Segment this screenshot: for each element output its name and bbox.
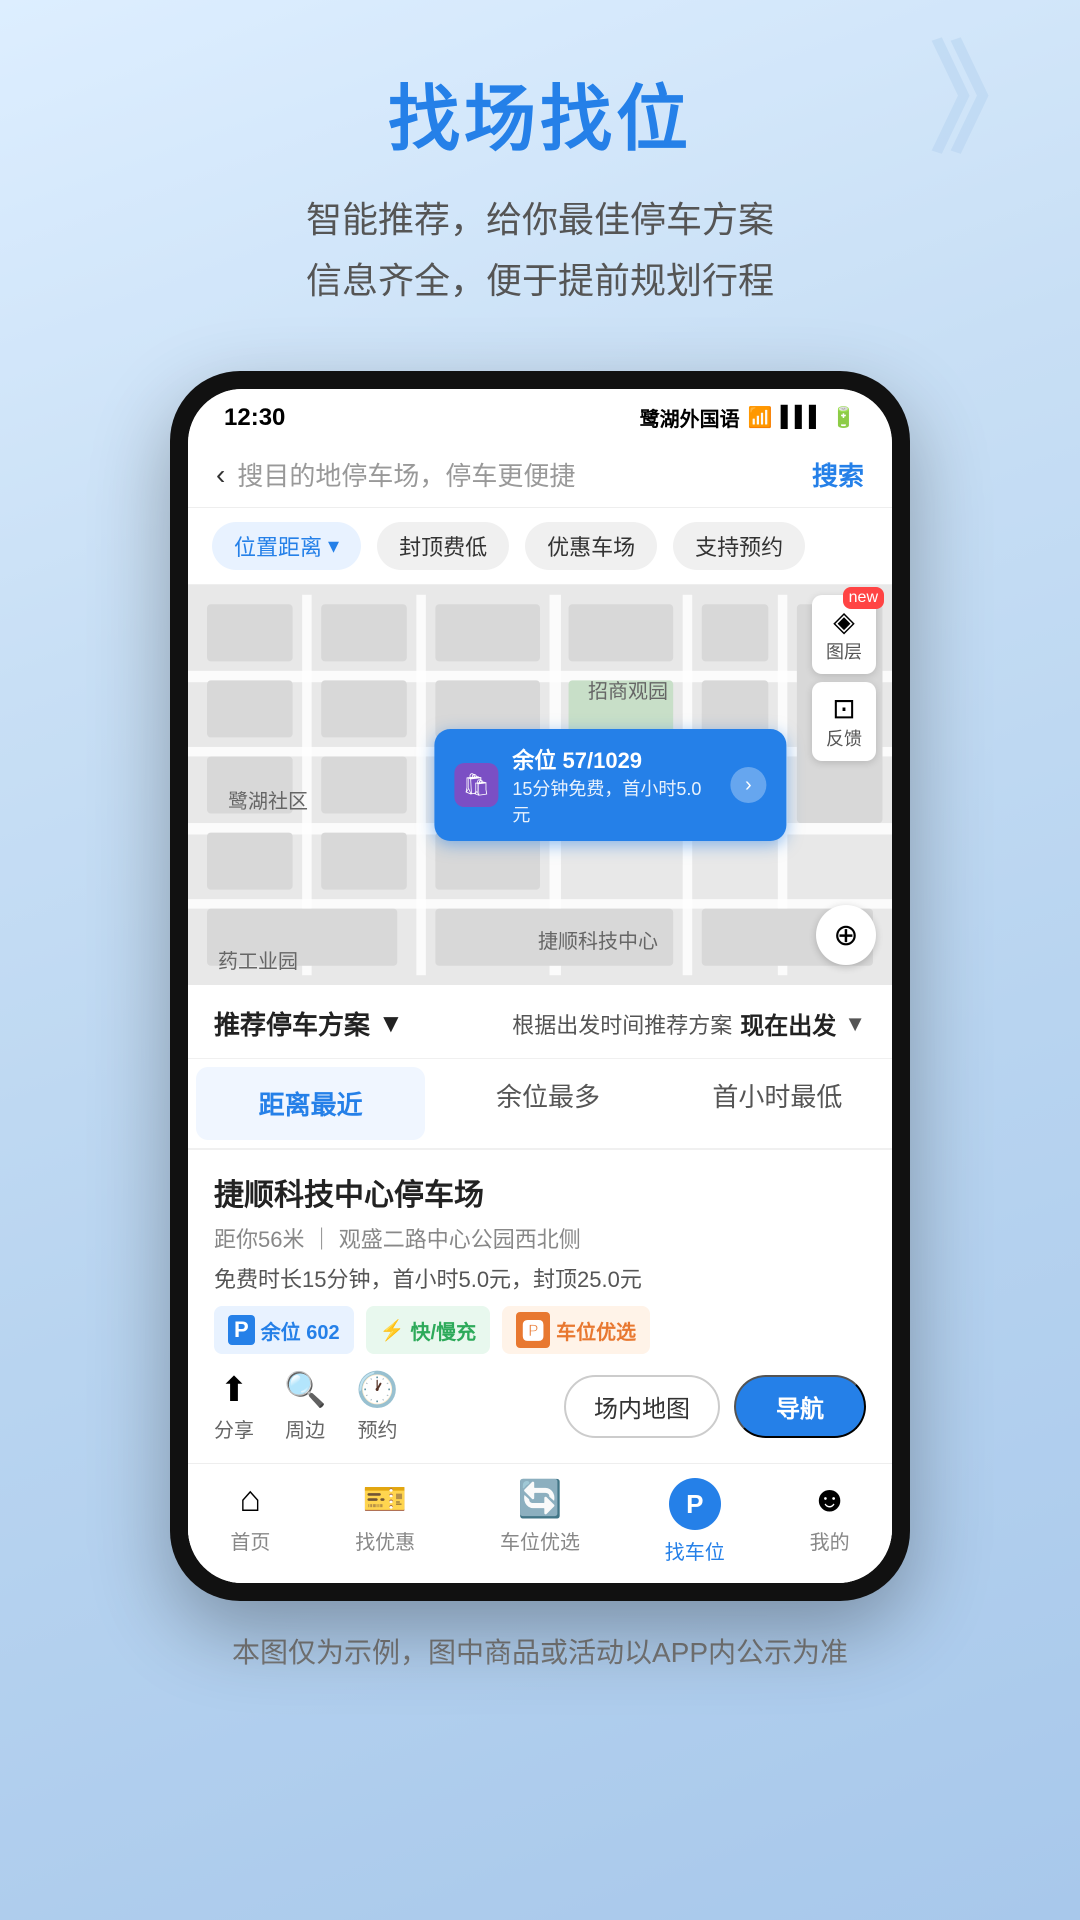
- nav-spot-select[interactable]: 🔄 车位优选: [500, 1478, 580, 1565]
- sort-tabs: 距离最近 余位最多 首小时最低: [188, 1059, 892, 1149]
- tag-spots: P 余位 602: [214, 1306, 354, 1354]
- recommend-panel: 推荐停车方案 ▼ 根据出发时间推荐方案 现在出发 ▼: [188, 985, 892, 1059]
- location-button[interactable]: ⊕: [816, 905, 876, 965]
- bottom-card: 推荐停车方案 ▼ 根据出发时间推荐方案 现在出发 ▼ 距离最近 余位: [188, 985, 892, 1583]
- location-icon: ⊕: [833, 918, 858, 953]
- charge-icon: ⚡: [380, 1318, 405, 1343]
- phone-mockup: 12:30 鹭湖外国语 📶 ▌▌▌ 🔋 ‹ 搜目的地停车场，停车更便捷 搜索 位…: [170, 371, 910, 1601]
- share-icon: ⬆: [220, 1370, 249, 1410]
- share-button[interactable]: ⬆ 分享: [214, 1370, 254, 1443]
- status-bar: 12:30 鹭湖外国语 📶 ▌▌▌ 🔋: [188, 389, 892, 442]
- parking-lot-card: 捷顺科技中心停车场 距你56米 ｜ 观盛二路中心公园西北侧 免费时长15分钟，首…: [188, 1149, 892, 1463]
- status-icons: 鹭湖外国语 📶 ▌▌▌ 🔋: [640, 403, 856, 432]
- discount-icon: 🎫: [363, 1478, 408, 1520]
- popup-icon: 🛍: [454, 763, 498, 807]
- phone-wrapper: 12:30 鹭湖外国语 📶 ▌▌▌ 🔋 ‹ 搜目的地停车场，停车更便捷 搜索 位…: [0, 371, 1080, 1601]
- header-section: 》 找场找位 智能推荐，给你最佳停车方案 信息齐全，便于提前规划行程: [0, 0, 1080, 341]
- search-bar: ‹ 搜目的地停车场，停车更便捷 搜索: [188, 442, 892, 508]
- search-button[interactable]: 搜索: [812, 456, 864, 493]
- parking-popup[interactable]: 🛍 余位 57/1029 15分钟免费，首小时5.0元 ›: [434, 729, 786, 841]
- spot-select-icon: 🔄: [518, 1478, 563, 1520]
- phone-screen: 12:30 鹭湖外国语 📶 ▌▌▌ 🔋 ‹ 搜目的地停车场，停车更便捷 搜索 位…: [188, 389, 892, 1583]
- home-icon: ⌂: [240, 1478, 262, 1520]
- nav-mine[interactable]: ☻ 我的: [810, 1478, 850, 1565]
- tab-price[interactable]: 首小时最低: [663, 1059, 892, 1148]
- popup-title: 余位 57/1029: [512, 743, 716, 775]
- tag-charge: ⚡ 快/慢充: [366, 1306, 490, 1354]
- parking-lot-info: 免费时长15分钟，首小时5.0元，封顶25.0元: [214, 1262, 866, 1294]
- parking-lot-name: 捷顺科技中心停车场: [214, 1170, 866, 1214]
- watermark: 》: [930, 40, 1050, 160]
- reserve-icon: 🕐: [356, 1370, 398, 1410]
- nav-discount[interactable]: 🎫 找优惠: [355, 1478, 415, 1565]
- reserve-button[interactable]: 🕐 预约: [356, 1370, 398, 1443]
- filter-reserve[interactable]: 支持预约: [673, 522, 805, 570]
- filter-bar: 位置距离 ▾ 封顶费低 优惠车场 支持预约: [188, 508, 892, 585]
- filter-discount[interactable]: 优惠车场: [525, 522, 657, 570]
- subtitle-line2: 信息齐全，便于提前规划行程: [40, 250, 1040, 311]
- tab-distance[interactable]: 距离最近: [196, 1067, 425, 1140]
- map-right-panel: new ◈ 图层 ⊡ 反馈: [812, 595, 876, 761]
- recommend-time: 根据出发时间推荐方案 现在出发 ▼: [512, 1006, 866, 1041]
- header-subtitle: 智能推荐，给你最佳停车方案 信息齐全，便于提前规划行程: [40, 189, 1040, 311]
- select-icon: 🅿: [516, 1312, 550, 1348]
- status-time: 12:30: [224, 404, 285, 432]
- new-badge: new: [843, 587, 884, 609]
- back-arrow[interactable]: ‹: [216, 459, 225, 491]
- filter-distance[interactable]: 位置距离 ▾: [212, 522, 361, 570]
- feedback-label: 反馈: [826, 725, 862, 751]
- tab-spots[interactable]: 余位最多: [433, 1059, 662, 1148]
- map-layer-button[interactable]: new ◈ 图层: [812, 595, 876, 674]
- layer-icon: ◈: [826, 605, 862, 638]
- find-spot-circle: P: [669, 1478, 721, 1530]
- popup-subtitle: 15分钟免费，首小时5.0元: [512, 775, 716, 827]
- parking-tags: P 余位 602 ⚡ 快/慢充 🅿 车位优选: [214, 1306, 866, 1354]
- popup-content: 余位 57/1029 15分钟免费，首小时5.0元: [512, 743, 716, 827]
- dropdown-arrow: ▾: [328, 533, 339, 559]
- p-icon: P: [228, 1315, 255, 1345]
- map-label-community: 鹭湖社区: [228, 785, 308, 814]
- map-label-merchant: 招商观园: [588, 675, 668, 704]
- feedback-icon: ⊡: [826, 692, 862, 725]
- filter-price[interactable]: 封顶费低: [377, 522, 509, 570]
- nav-home[interactable]: ⌂ 首页: [230, 1478, 270, 1565]
- time-arrow[interactable]: ▼: [844, 1011, 866, 1037]
- signal-icon: ▌▌▌: [781, 406, 824, 429]
- nearby-icon: 🔍: [284, 1370, 326, 1410]
- carrier-text: 鹭湖外国语: [640, 403, 740, 432]
- find-spot-icon: P: [686, 1489, 703, 1520]
- map-label-jieshan: 捷顺科技中心: [538, 925, 658, 954]
- map-area[interactable]: 鹭湖社区 招商观园 捷顺科技中心 药工业园 new ◈ 图层: [188, 585, 892, 985]
- recommend-title: 推荐停车方案 ▼: [214, 1005, 404, 1042]
- action-icons: ⬆ 分享 🔍 周边 🕐 预约: [214, 1370, 399, 1443]
- footer-text: 本图仅为示例，图中商品或活动以APP内公示为准: [0, 1601, 1080, 1711]
- map-label-pharma: 药工业园: [218, 945, 298, 974]
- recommend-arrow[interactable]: ▼: [378, 1008, 404, 1039]
- nearby-button[interactable]: 🔍 周边: [284, 1370, 326, 1443]
- popup-arrow[interactable]: ›: [730, 767, 766, 803]
- tag-select: 🅿 车位优选: [502, 1306, 650, 1354]
- search-input[interactable]: 搜目的地停车场，停车更便捷: [237, 456, 800, 493]
- layer-label: 图层: [826, 638, 862, 664]
- wifi-icon: 📶: [748, 405, 773, 430]
- page-title: 找场找位: [40, 60, 1040, 165]
- parking-lot-address: 距你56米 ｜ 观盛二路中心公园西北侧: [214, 1222, 866, 1254]
- battery-icon: 🔋: [831, 405, 856, 430]
- bottom-nav: ⌂ 首页 🎫 找优惠 🔄 车位优选 P: [188, 1463, 892, 1583]
- subtitle-line1: 智能推荐，给你最佳停车方案: [40, 189, 1040, 250]
- indoor-map-button[interactable]: 场内地图: [564, 1375, 720, 1438]
- action-btns: 场内地图 导航: [564, 1375, 866, 1438]
- mine-icon: ☻: [811, 1478, 849, 1520]
- feedback-button[interactable]: ⊡ 反馈: [812, 682, 876, 761]
- depart-time[interactable]: 现在出发: [740, 1006, 836, 1041]
- navigate-button[interactable]: 导航: [734, 1375, 866, 1438]
- nav-find-spot[interactable]: P 找车位: [665, 1478, 725, 1565]
- action-row: ⬆ 分享 🔍 周边 🕐 预约: [214, 1370, 866, 1443]
